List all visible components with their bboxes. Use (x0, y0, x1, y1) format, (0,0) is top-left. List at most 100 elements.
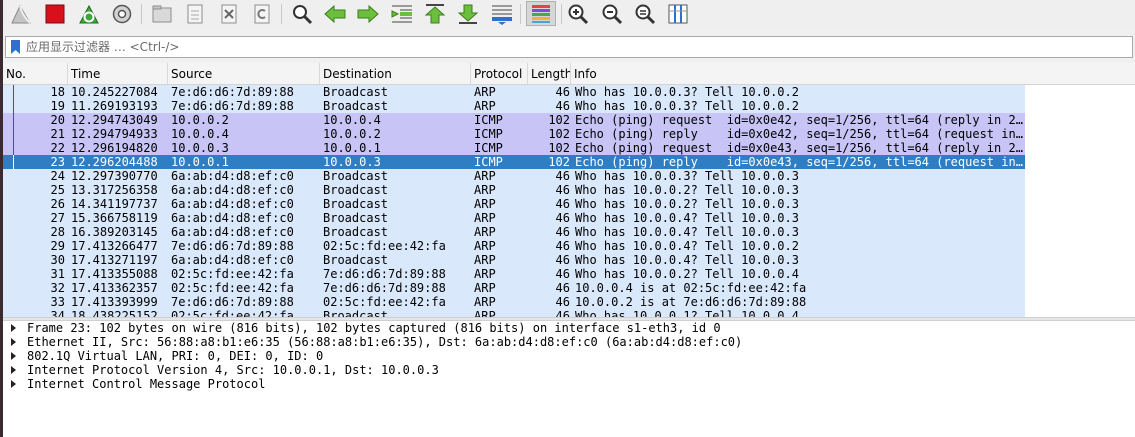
capture-options-icon[interactable] (109, 1, 135, 26)
packet-row[interactable]: 24 12.297390770 6a:ab:d4:d8:ef:c0 Broadcast… (3, 169, 1025, 183)
packet-row[interactable]: 31 17.413355088 02:5c:fd:ee:42:fa 7e:d6:d6:… (3, 267, 1025, 281)
packet-len-cell: 46 (555, 253, 570, 267)
expand-arrow-icon[interactable] (11, 324, 16, 332)
packet-time-cell: 13.317256358 (71, 183, 158, 197)
packet-row[interactable]: 23 12.296204488 10.0.0.1 10.0.0.3 ICMP 102 Ech… (3, 155, 1025, 169)
detail-tree-item[interactable]: 802.1Q Virtual LAN, PRI: 0, DEI: 0, ID: … (3, 349, 1135, 363)
save-file-icon[interactable] (182, 1, 208, 26)
packet-src-cell: 6a:ab:d4:d8:ef:c0 (171, 225, 294, 239)
find-packet-icon[interactable] (289, 1, 315, 26)
expand-arrow-icon[interactable] (11, 380, 16, 388)
bookmark-icon[interactable] (11, 40, 20, 54)
packet-row[interactable]: 30 17.413271197 6a:ab:d4:d8:ef:c0 Broadcast… (3, 253, 1025, 267)
packet-dst-cell: Broadcast (323, 309, 389, 317)
zoom-out-icon[interactable] (599, 1, 625, 26)
packet-row[interactable]: 19 11.269193193 7e:d6:d6:7d:89:88 Broadcast… (3, 99, 1025, 113)
zoom-normal-icon[interactable] (632, 1, 658, 26)
go-to-packet-icon[interactable] (389, 1, 415, 26)
detail-tree-label: Internet Control Message Protocol (27, 377, 266, 391)
packet-time-cell: 11.269193193 (71, 99, 158, 113)
detail-tree-item[interactable]: Internet Protocol Version 4, Src: 10.0.0… (3, 363, 1135, 377)
expand-arrow-icon[interactable] (11, 338, 16, 346)
zoom-in-icon[interactable] (565, 1, 591, 26)
packet-len-cell: 46 (555, 281, 570, 295)
auto-scroll-icon[interactable] (489, 1, 515, 26)
packet-len-cell: 46 (555, 99, 570, 113)
packet-len-cell: 46 (555, 239, 570, 253)
detail-tree-item[interactable]: Frame 23: 102 bytes on wire (816 bits), … (3, 321, 1135, 335)
packet-src-cell: 7e:d6:d6:7d:89:88 (171, 85, 294, 99)
packet-proto-cell: ARP (474, 99, 496, 113)
packet-no-cell: 23 (50, 155, 65, 169)
packet-row[interactable]: 25 13.317256358 6a:ab:d4:d8:ef:c0 Broadcast… (3, 183, 1025, 197)
packet-info-cell: Who has 10.0.0.4? Tell 10.0.0.3 (575, 253, 799, 267)
packet-proto-cell: ARP (474, 309, 496, 317)
packet-no-cell: 25 (50, 183, 65, 197)
packet-row[interactable]: 22 12.296194820 10.0.0.3 10.0.0.1 ICMP 102 Ech… (3, 141, 1025, 155)
column-no[interactable]: No. (3, 63, 68, 84)
main-toolbar (3, 0, 1135, 28)
packet-list-header: No. Time Source Destination Protocol Len… (3, 63, 1135, 85)
packet-no-cell: 24 (50, 169, 65, 183)
packet-time-cell: 12.296204488 (71, 155, 158, 169)
packet-src-cell: 6a:ab:d4:d8:ef:c0 (171, 253, 294, 267)
expand-arrow-icon[interactable] (11, 366, 16, 374)
go-back-icon[interactable] (322, 1, 348, 26)
packet-no-cell: 30 (50, 253, 65, 267)
packet-row[interactable]: 27 15.366758119 6a:ab:d4:d8:ef:c0 Broadcast… (3, 211, 1025, 225)
packet-row[interactable]: 33 17.413393999 7e:d6:d6:7d:89:88 02:5c:fd:… (3, 295, 1025, 309)
packet-len-cell: 102 (548, 141, 570, 155)
reload-file-icon[interactable] (249, 1, 275, 26)
packet-src-cell: 6a:ab:d4:d8:ef:c0 (171, 197, 294, 211)
resize-columns-icon[interactable] (665, 1, 691, 26)
restart-capture-icon[interactable] (76, 1, 102, 26)
packet-dst-cell: Broadcast (323, 183, 389, 197)
shark-fin-start-icon[interactable] (8, 1, 34, 26)
packet-row[interactable]: 18 10.245227084 7e:d6:d6:7d:89:88 Broadcast… (3, 85, 1025, 99)
go-forward-icon[interactable] (355, 1, 381, 26)
display-filter-input[interactable] (26, 38, 1126, 56)
packet-src-cell: 10.0.0.4 (171, 127, 229, 141)
packet-time-cell: 14.341197737 (71, 197, 158, 211)
go-last-icon[interactable] (455, 1, 481, 26)
packet-time-cell: 16.389203145 (71, 225, 158, 239)
packet-no-cell: 31 (50, 267, 65, 281)
packet-proto-cell: ICMP (474, 127, 503, 141)
column-protocol[interactable]: Protocol (471, 63, 528, 84)
packet-dst-cell: Broadcast (323, 253, 389, 267)
packet-row[interactable]: 28 16.389203145 6a:ab:d4:d8:ef:c0 Broadcast… (3, 225, 1025, 239)
packet-row[interactable]: 34 18.438225152 02:5c:fd:ee:42:fa Broadcast… (3, 309, 1025, 317)
colorize-icon[interactable] (526, 1, 556, 26)
packet-rows: 18 10.245227084 7e:d6:d6:7d:89:88 Broadcast… (3, 85, 1025, 317)
detail-tree-item[interactable]: Internet Control Message Protocol (3, 377, 1135, 391)
packet-row[interactable]: 32 17.413362357 02:5c:fd:ee:42:fa 7e:d6:d6:… (3, 281, 1025, 295)
packet-proto-cell: ARP (474, 211, 496, 225)
column-time[interactable]: Time (68, 63, 168, 84)
packet-proto-cell: ICMP (474, 155, 503, 169)
packet-no-cell: 29 (50, 239, 65, 253)
packet-proto-cell: ARP (474, 267, 496, 281)
open-file-icon[interactable] (149, 1, 175, 26)
packet-src-cell: 7e:d6:d6:7d:89:88 (171, 99, 294, 113)
stop-capture-icon[interactable] (42, 1, 68, 26)
column-length[interactable]: Length (528, 63, 571, 84)
column-info[interactable]: Info (571, 63, 1135, 84)
packet-row[interactable]: 21 12.294794933 10.0.0.4 10.0.0.2 ICMP 102 Ech… (3, 127, 1025, 141)
packet-row[interactable]: 26 14.341197737 6a:ab:d4:d8:ef:c0 Broadcast… (3, 197, 1025, 211)
packet-info-cell: Who has 10.0.0.1? Tell 10.0.0.4 (575, 309, 799, 317)
packet-len-cell: 46 (555, 183, 570, 197)
close-file-icon[interactable] (216, 1, 242, 26)
expand-arrow-icon[interactable] (11, 352, 16, 360)
packet-dst-cell: 10.0.0.2 (323, 127, 381, 141)
packet-src-cell: 6a:ab:d4:d8:ef:c0 (171, 211, 294, 225)
column-source[interactable]: Source (168, 63, 320, 84)
packet-row[interactable]: 29 17.413266477 7e:d6:d6:7d:89:88 02:5c:fd:… (3, 239, 1025, 253)
packet-proto-cell: ICMP (474, 113, 503, 127)
packet-no-cell: 26 (50, 197, 65, 211)
packet-row[interactable]: 20 12.294743049 10.0.0.2 10.0.0.4 ICMP 102 Ech… (3, 113, 1025, 127)
go-first-icon[interactable] (422, 1, 448, 26)
packet-len-cell: 46 (555, 211, 570, 225)
packet-info-cell: Who has 10.0.0.4? Tell 10.0.0.3 (575, 225, 799, 239)
column-destination[interactable]: Destination (320, 63, 471, 84)
detail-tree-item[interactable]: Ethernet II, Src: 56:88:a8:b1:e6:35 (56:… (3, 335, 1135, 349)
